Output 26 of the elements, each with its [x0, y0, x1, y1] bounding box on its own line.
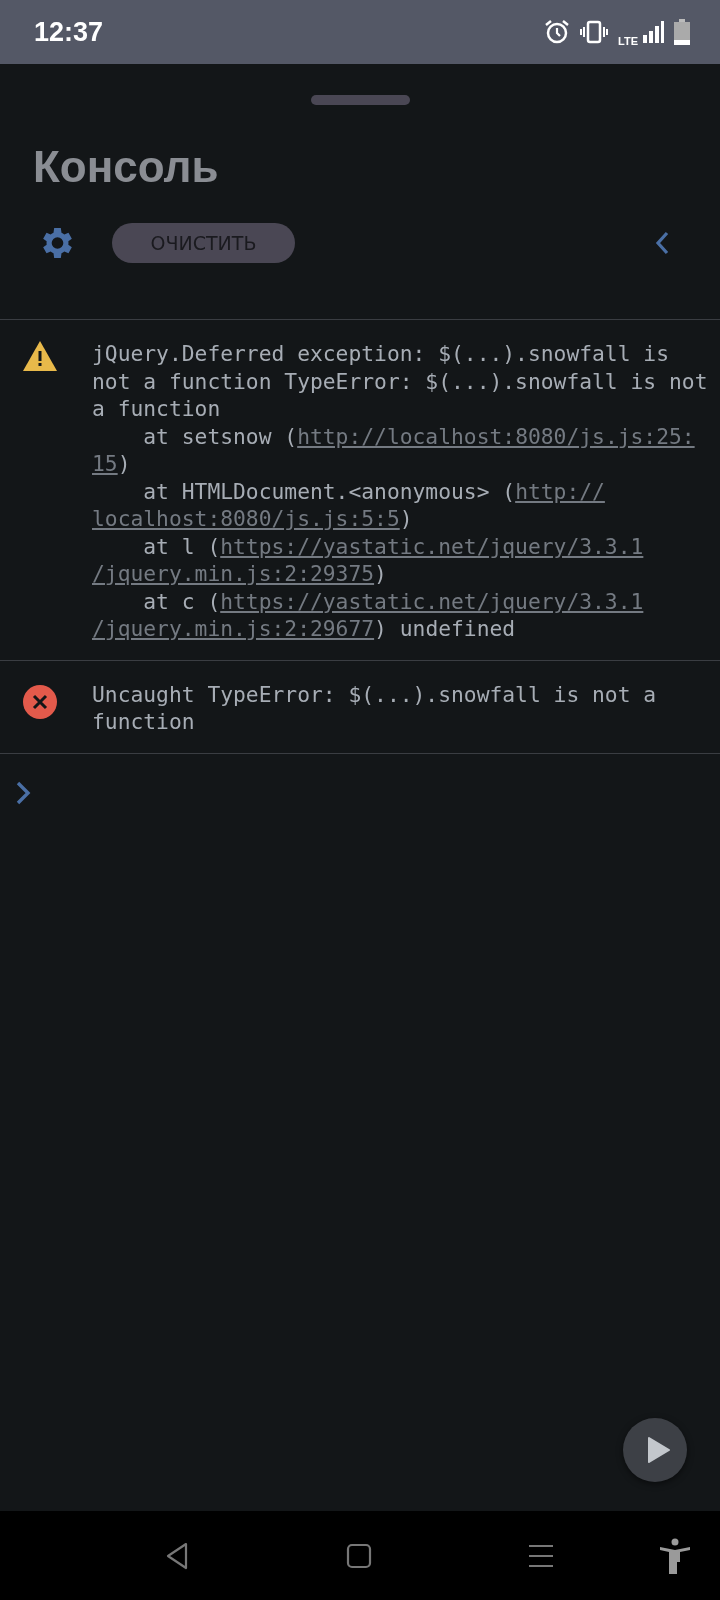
- source-link[interactable]: https://yastatic.net/jquery/3.3.1: [220, 588, 644, 614]
- source-link[interactable]: localhost:8080/js.js:5:5: [92, 506, 400, 531]
- battery-icon: [674, 19, 690, 45]
- source-link[interactable]: http://localhost:8080/js.js:25:: [297, 423, 695, 449]
- source-link[interactable]: /jquery.min.js:2:29375: [92, 561, 375, 586]
- play-icon: [645, 1436, 671, 1464]
- home-icon[interactable]: [346, 1542, 372, 1569]
- source-link[interactable]: https://yastatic.net/jquery/3.3.1: [220, 533, 644, 559]
- alarm-icon: [544, 19, 571, 45]
- source-link[interactable]: /jquery.min.js:2:29677: [92, 616, 375, 641]
- error-message: Uncaught TypeError: $(...).snowfall is not a function: [92, 680, 657, 736]
- vibrate-icon: [580, 20, 609, 44]
- warning-icon: [22, 340, 58, 372]
- accessibility-icon[interactable]: [659, 1537, 691, 1574]
- signal-icon: [642, 21, 664, 43]
- prompt-chevron-icon[interactable]: [15, 779, 33, 806]
- network-label: LTE: [618, 35, 638, 47]
- chevron-left-icon[interactable]: [654, 230, 670, 256]
- menu-icon[interactable]: [528, 1543, 554, 1568]
- clock: 12:37: [34, 16, 105, 48]
- panel-title: Консоль: [33, 141, 220, 193]
- warning-message: jQuery.Deferred exception: $(...).snowfall is not a function TypeError: $(...).snowfall is not a function at setsnow (http://localhost:8080/js.js:25: 15) at HTMLDocument.<anonymous> (http:// localhost:8080/js.js:5:5) at l (https://yastatic.net/jquery/3.3.1 /jquery.min.js:2:29375) at c (https://yastatic.net/jquery/3.3.1 /jquery.min.js:2:29677) undefined: [92, 340, 708, 643]
- drag-handle[interactable]: [310, 95, 410, 105]
- error-icon: [23, 684, 57, 719]
- source-link[interactable]: 15: [92, 451, 118, 476]
- source-link[interactable]: http://: [515, 478, 605, 504]
